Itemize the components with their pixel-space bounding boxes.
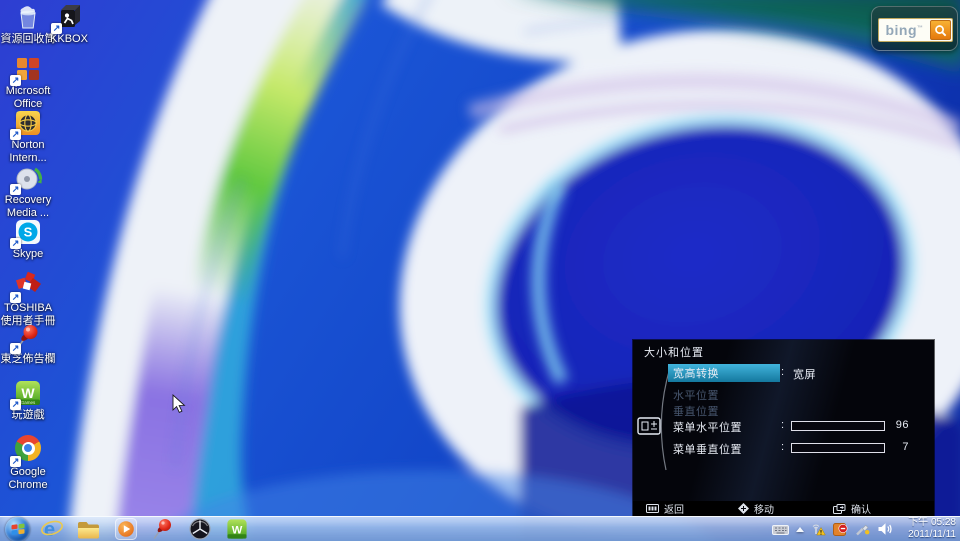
search-button[interactable] [930,20,951,40]
windows-flag-icon [11,523,25,536]
osd-item-vpos[interactable]: 垂直位置 [673,403,928,418]
taskbar-bulletin-pushpin-icon[interactable] [150,517,175,541]
show-hidden-icons-button[interactable] [796,527,804,532]
svg-text:S: S [24,225,33,240]
norton-icon: ↗ [13,108,43,138]
shortcut-arrow-icon: ↗ [10,75,21,86]
osd-confirm-button[interactable]: 确认 [833,501,871,516]
osd-decoration [633,340,673,501]
menu-hpos-slider[interactable] [791,421,885,431]
desktop-screen: 資源回收筒 ↗ KKBOX ↗ Microsoft Office 2010 [0,0,960,541]
menu-buttons-icon [646,504,659,513]
navigate-diamond-icon [738,503,749,514]
shortcut-arrow-icon: ↗ [10,399,21,410]
osd-item-menu-hpos[interactable]: 菜单水平位置 : 96 [673,419,928,434]
start-button[interactable] [5,517,30,541]
svg-text:Games: Games [21,400,36,405]
taskbar-explorer-icon[interactable] [76,517,101,541]
menu-vpos-slider[interactable] [791,443,885,453]
slider-value: 96 [873,419,909,431]
wildtangent-games-icon: W Games ↗ [13,378,43,408]
icon-label: Norton Intern... [0,139,56,164]
shortcut-arrow-icon: ↗ [10,343,21,354]
language-keyboard-icon[interactable] [772,523,789,536]
bing-search-gadget[interactable]: bing™ [871,6,958,51]
clock-time: 下午 05:28 [908,517,956,528]
chrome-icon: ↗ [13,435,43,465]
desktop-icon-chrome[interactable]: ↗ Google Chrome [0,433,56,491]
desktop-icon-skype[interactable]: S ↗ Skype [0,217,56,261]
clock[interactable]: 下午 05:28 2011/11/11 [900,517,956,541]
desktop-icon-recovery[interactable]: ↗ Recovery Media ... [0,163,56,219]
osd-move-button[interactable]: 移动 [738,501,774,516]
bing-logo: bing™ [879,22,930,38]
pushpin-icon: ↗ [13,322,43,352]
icon-label: 東芝佈告欄 [0,353,56,366]
icon-label: Google Chrome [0,466,56,491]
desktop-icon-norton[interactable]: ↗ Norton Intern... [0,108,56,164]
chevron-up-icon [796,527,804,532]
desktop-icon-toshiba-manual[interactable]: ↗ TOSHIBA 使用者手冊 [0,271,56,327]
wireless-warning-icon[interactable] [811,522,826,536]
icon-label: 玩遊戲 [0,409,56,422]
clock-date: 2011/11/11 [908,529,956,540]
recycle-bin-icon [13,2,43,32]
confirm-window-icon [833,504,846,514]
osd-item-hpos[interactable]: 水平位置 [673,387,928,402]
osd-footer: 返回 移动 确认 [633,501,934,516]
toshiba-manual-icon: ↗ [13,271,43,301]
svg-text:W: W [21,385,35,401]
mouse-cursor [172,394,186,414]
search-input[interactable]: bing™ [878,18,953,42]
taskbar-media-player-icon[interactable] [113,517,138,541]
alert-badge-icon[interactable] [833,522,848,537]
hardware-device-icon[interactable] [855,522,870,536]
osd-item-menu-vpos[interactable]: 菜单垂直位置 : 7 [673,441,928,456]
taskbar-wildtangent-icon[interactable]: W [224,517,249,541]
shortcut-arrow-icon: ↗ [10,292,21,303]
desktop-icon-toshiba-board[interactable]: ↗ 東芝佈告欄 [0,322,56,366]
taskbar-reeltime-icon[interactable] [187,517,212,541]
system-tray: 下午 05:28 2011/11/11 [772,517,960,541]
recovery-disc-icon: ↗ [13,163,43,193]
shortcut-arrow-icon: ↗ [10,184,21,195]
shortcut-arrow-icon: ↗ [10,129,21,140]
icon-label: Recovery Media ... [0,194,56,219]
monitor-osd-panel: 大小和位置 宽高转换 : 宽屏 水平位置 垂直位置 菜单水平位置 : 96 菜 [633,340,934,516]
kkbox-icon: ↗ [54,2,84,32]
magnifier-icon [933,23,948,38]
icon-label: Skype [0,248,56,261]
skype-icon: S ↗ [13,217,43,247]
taskbar: e [0,516,960,541]
office-icon: ↗ [13,54,43,84]
osd-back-button[interactable]: 返回 [646,501,684,516]
taskbar-ie-icon[interactable]: e [39,517,64,541]
icon-label: KKBOX [41,33,97,46]
osd-item-aspect[interactable]: 宽高转换 : 宽屏 [673,366,928,381]
shortcut-arrow-icon: ↗ [10,456,21,467]
shortcut-arrow-icon: ↗ [10,238,21,249]
shortcut-arrow-icon: ↗ [51,23,62,34]
desktop-icon-kkbox[interactable]: ↗ KKBOX [41,2,97,46]
slider-value: 7 [873,441,909,453]
volume-icon[interactable] [877,522,893,536]
desktop-icon-games[interactable]: W Games ↗ 玩遊戲 [0,378,56,422]
